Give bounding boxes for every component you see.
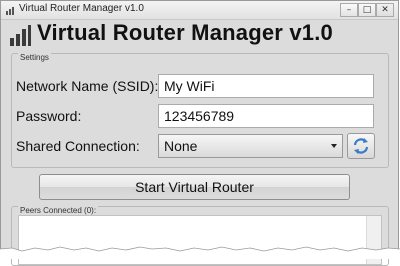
ssid-input[interactable]: My WiFi <box>158 74 374 98</box>
password-label: Password: <box>16 108 82 124</box>
app-header: Virtual Router Manager v1.0 <box>9 20 390 47</box>
shared-connection-label: Shared Connection: <box>16 138 140 154</box>
page-title: Virtual Router Manager v1.0 <box>37 20 333 45</box>
close-icon[interactable]: ✕ <box>376 3 394 17</box>
peers-legend: Peers Connected (0): <box>18 206 99 215</box>
shared-connection-select[interactable]: None <box>158 134 343 158</box>
window-controls: – □ ✕ <box>340 3 394 17</box>
password-input[interactable]: 123456789 <box>158 104 374 128</box>
shared-connection-value: None <box>164 138 198 154</box>
router-icon <box>6 7 14 15</box>
app-window: Virtual Router Manager v1.0 – □ ✕ Virtua… <box>0 0 399 266</box>
maximize-icon[interactable]: □ <box>358 3 376 17</box>
title-bar: Virtual Router Manager v1.0 – □ ✕ <box>1 1 398 20</box>
settings-legend: Settings <box>18 53 51 62</box>
router-icon <box>10 25 31 46</box>
window-title: Virtual Router Manager v1.0 <box>19 3 144 14</box>
minimize-icon[interactable]: – <box>340 3 358 17</box>
chevron-down-icon <box>331 144 337 148</box>
start-virtual-router-button[interactable]: Start Virtual Router <box>39 174 350 200</box>
refresh-icon <box>353 138 369 154</box>
torn-edge <box>0 246 400 259</box>
ssid-label: Network Name (SSID): <box>16 78 159 94</box>
refresh-button[interactable] <box>347 133 375 159</box>
